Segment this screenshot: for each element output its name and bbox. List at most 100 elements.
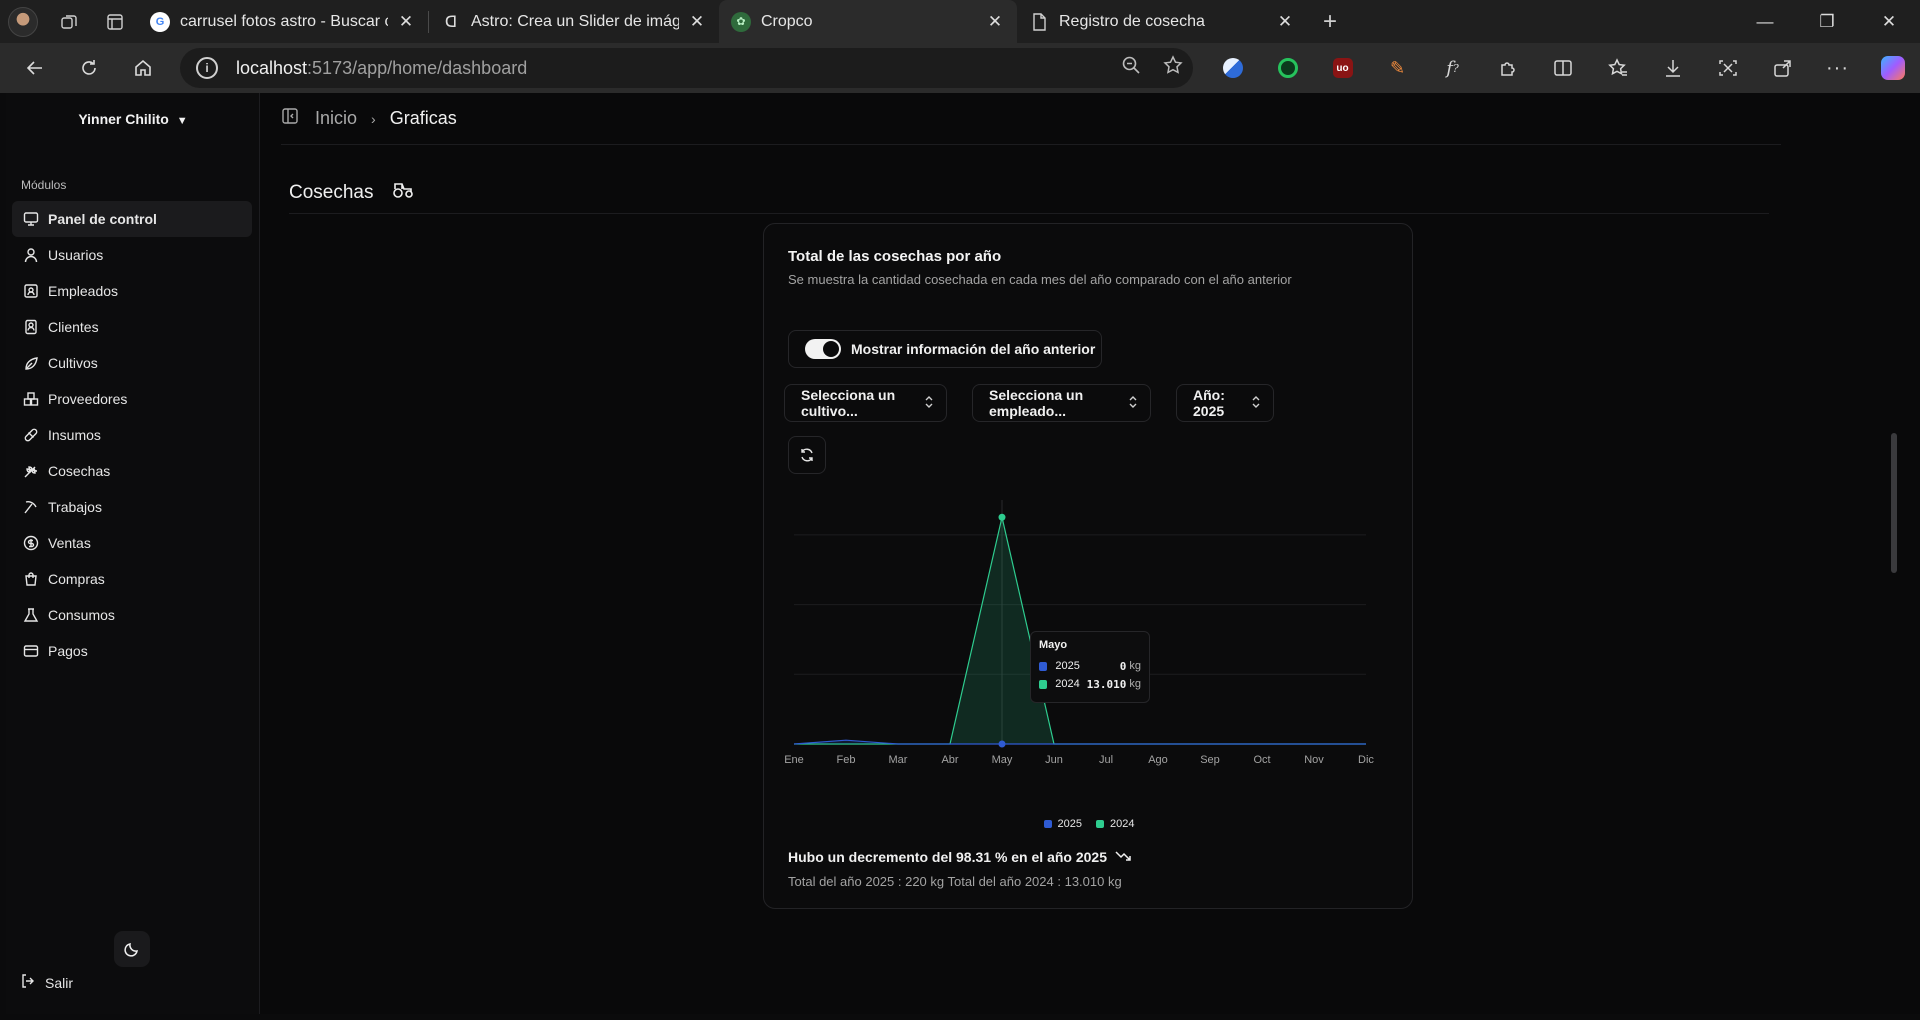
ublock-icon[interactable]: uo bbox=[1315, 43, 1370, 93]
employee-select[interactable]: Selecciona un empleado... bbox=[972, 384, 1151, 422]
new-tab-icon[interactable]: + bbox=[1307, 0, 1353, 43]
breadcrumb-inicio[interactable]: Inicio bbox=[315, 108, 357, 129]
google-icon: G bbox=[150, 11, 170, 32]
back-icon[interactable] bbox=[8, 43, 62, 93]
favorite-star-icon[interactable] bbox=[1163, 55, 1183, 81]
extensions-puzzle-icon[interactable] bbox=[1480, 43, 1535, 93]
divider bbox=[289, 213, 1769, 214]
refresh-icon[interactable] bbox=[62, 43, 116, 93]
page-title: Cosechas bbox=[289, 181, 414, 205]
pickaxe-icon bbox=[22, 498, 40, 516]
extension-blue-icon[interactable] bbox=[1205, 43, 1260, 93]
chevron-right-icon: › bbox=[371, 110, 376, 127]
workspaces-icon[interactable] bbox=[46, 0, 92, 43]
pill-icon bbox=[22, 426, 40, 444]
tab-registro-cosecha[interactable]: Registro de cosecha ✕ bbox=[1017, 0, 1307, 43]
tab-title: carrusel fotos astro - Buscar con C bbox=[180, 12, 388, 30]
home-icon[interactable] bbox=[116, 43, 170, 93]
split-screen-icon[interactable] bbox=[1535, 43, 1590, 93]
legend-item-2024[interactable]: 2024 bbox=[1096, 818, 1134, 830]
employee-select-value: Selecciona un empleado... bbox=[989, 387, 1084, 419]
tab-title: Cropco bbox=[761, 12, 813, 30]
refresh-data-button[interactable] bbox=[788, 436, 826, 474]
x-tick-label: Nov bbox=[1304, 754, 1324, 766]
sidebar-item-label: Clientes bbox=[48, 319, 99, 335]
previous-year-toggle[interactable]: Mostrar información del año anterior bbox=[788, 330, 1102, 368]
tooltip-unit: kg bbox=[1129, 678, 1141, 690]
legend-swatch bbox=[1043, 820, 1052, 828]
more-menu-icon[interactable]: ··· bbox=[1810, 43, 1865, 93]
crop-select-value: Selecciona un cultivo... bbox=[801, 387, 896, 419]
refresh-icon bbox=[801, 448, 813, 462]
close-tab-icon[interactable]: ✕ bbox=[396, 12, 416, 32]
main-content: Inicio › Graficas Cosechas Total de las … bbox=[261, 93, 1920, 1014]
sidebar-toggle-icon[interactable] bbox=[281, 107, 299, 130]
user-switcher[interactable]: Yinner Chilito ▼ bbox=[6, 111, 260, 127]
sidebar-item-panel-de-control[interactable]: Panel de control bbox=[12, 201, 252, 237]
totals-text: Total del año 2025 : 220 kg Total del añ… bbox=[788, 874, 1122, 889]
chevron-down-icon: ▼ bbox=[176, 115, 188, 127]
close-tab-icon[interactable]: ✕ bbox=[1275, 12, 1295, 32]
favorites-icon[interactable] bbox=[1590, 43, 1645, 93]
sidebar-item-usuarios[interactable]: Usuarios bbox=[12, 237, 252, 273]
close-tab-icon[interactable]: ✕ bbox=[687, 12, 707, 32]
close-window-icon[interactable]: ✕ bbox=[1858, 0, 1920, 43]
tooltip-row-2024: 2024 13.010 kg bbox=[1039, 675, 1141, 693]
theme-toggle-button[interactable] bbox=[114, 931, 150, 967]
site-info-icon[interactable]: i bbox=[196, 57, 218, 79]
trend-text: Hubo un decremento del 98.31 % en el año… bbox=[788, 849, 1107, 865]
year-select-value: Año: 2025 bbox=[1193, 387, 1225, 419]
tab-astro-slider[interactable]: ᗡ Astro: Crea un Slider de imágenes ✕ bbox=[429, 0, 719, 43]
id-card-icon bbox=[22, 282, 40, 300]
sidebar-item-cultivos[interactable]: Cultivos bbox=[12, 345, 252, 381]
share-icon[interactable] bbox=[1755, 43, 1810, 93]
flask-icon bbox=[22, 606, 40, 624]
year-select[interactable]: Año: 2025 bbox=[1176, 384, 1274, 422]
x-tick-label: Jul bbox=[1099, 754, 1113, 766]
sidebar-item-insumos[interactable]: Insumos bbox=[12, 417, 252, 453]
restore-icon[interactable]: ❐ bbox=[1796, 0, 1858, 43]
legend-label: 2024 bbox=[1110, 818, 1135, 830]
page-title-text: Cosechas bbox=[289, 182, 374, 203]
sidebar-item-proveedores[interactable]: Proveedores bbox=[12, 381, 252, 417]
breadcrumb-graficas: Graficas bbox=[389, 108, 457, 128]
legend-item-2025[interactable]: 2025 bbox=[1043, 818, 1082, 830]
sidebar-item-consumos[interactable]: Consumos bbox=[12, 597, 252, 633]
sidebar-item-label: Trabajos bbox=[48, 499, 102, 515]
sidebar-item-empleados[interactable]: Empleados bbox=[12, 273, 252, 309]
extension-green-icon[interactable] bbox=[1260, 43, 1315, 93]
sidebar-item-pagos[interactable]: Pagos bbox=[12, 633, 252, 669]
sidebar-item-label: Panel de control bbox=[48, 211, 157, 227]
sidebar-item-compras[interactable]: Compras bbox=[12, 561, 252, 597]
sidebar-item-ventas[interactable]: Ventas bbox=[12, 525, 252, 561]
profile-avatar[interactable] bbox=[0, 0, 46, 43]
sidebar-item-label: Compras bbox=[48, 571, 105, 587]
shopping-bag-icon bbox=[22, 570, 40, 588]
wheat-icon bbox=[22, 462, 40, 480]
color-picker-icon[interactable]: ✎ bbox=[1370, 43, 1425, 93]
series-swatch bbox=[1039, 679, 1048, 689]
astro-icon: ᗡ bbox=[444, 13, 458, 31]
close-tab-icon[interactable]: ✕ bbox=[985, 12, 1005, 32]
formula-icon[interactable]: f? bbox=[1425, 43, 1480, 93]
tab-google-search[interactable]: G carrusel fotos astro - Buscar con C ✕ bbox=[138, 0, 428, 43]
dollar-icon bbox=[22, 534, 40, 552]
tab-actions-icon[interactable] bbox=[92, 0, 138, 43]
minimize-icon[interactable]: — bbox=[1734, 0, 1796, 43]
address-bar[interactable]: i localhost:5173/app/home/dashboard bbox=[180, 48, 1193, 88]
sidebar-item-trabajos[interactable]: Trabajos bbox=[12, 489, 252, 525]
zoom-icon[interactable] bbox=[1121, 55, 1141, 81]
toggle-switch[interactable] bbox=[805, 339, 841, 359]
page-scrollbar[interactable] bbox=[1891, 433, 1897, 573]
downloads-icon[interactable] bbox=[1645, 43, 1700, 93]
copilot-icon[interactable] bbox=[1865, 43, 1920, 93]
chart-legend: 2025 2024 bbox=[764, 818, 1414, 830]
logout-button[interactable]: Salir bbox=[20, 973, 73, 992]
legend-label: 2025 bbox=[1057, 818, 1082, 830]
screenshot-icon[interactable] bbox=[1700, 43, 1755, 93]
sidebar-item-cosechas[interactable]: Cosechas bbox=[12, 453, 252, 489]
crop-select[interactable]: Selecciona un cultivo... bbox=[784, 384, 947, 422]
tab-cropco[interactable]: ✿ Cropco ✕ bbox=[719, 0, 1017, 43]
sidebar-item-clientes[interactable]: Clientes bbox=[12, 309, 252, 345]
contact-icon bbox=[22, 318, 40, 336]
